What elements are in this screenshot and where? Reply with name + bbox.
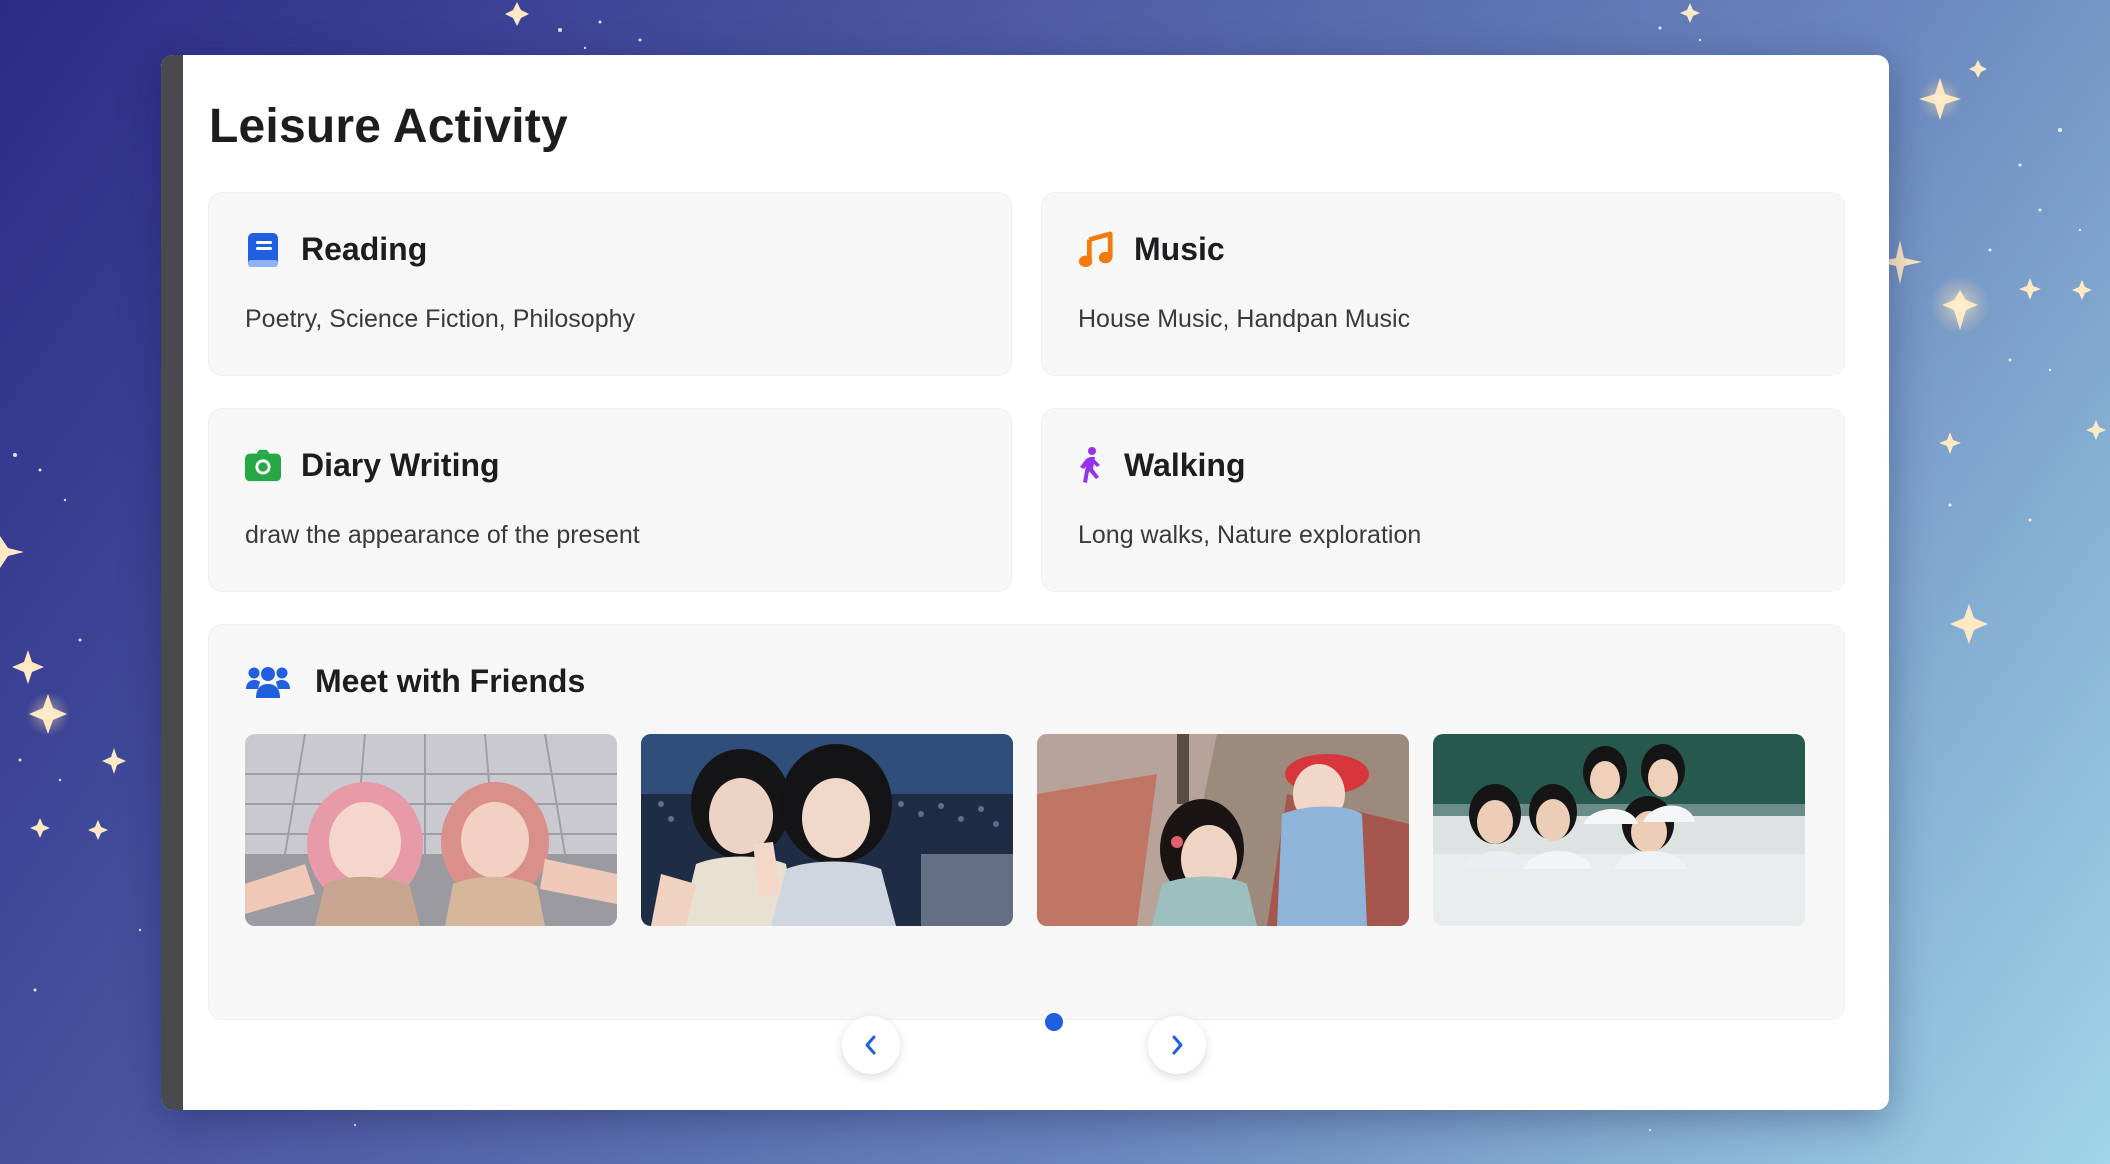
friends-photo-gallery [245, 734, 1805, 926]
activity-title: Walking [1124, 447, 1246, 483]
activity-description: House Music, Handpan Music [1078, 305, 1411, 333]
activity-card-diary-writing: Diary Writing draw the appearance of the… [208, 408, 1012, 592]
friends-photo-concert[interactable] [641, 734, 1013, 926]
camera-icon [245, 448, 281, 484]
activity-description: Poetry, Science Fiction, Philosophy [245, 305, 636, 333]
activity-card-walking: Walking Long walks, Nature exploration [1041, 408, 1845, 592]
sparkle-star [1939, 432, 1961, 454]
activity-description: draw the appearance of the present [245, 521, 640, 549]
leisure-activity-window: Leisure Activity Reading Poetry, Science… [161, 55, 1889, 1110]
next-page-button[interactable] [1148, 1016, 1206, 1074]
previous-page-button[interactable] [842, 1016, 900, 1074]
friends-photo-classroom[interactable] [1433, 734, 1805, 926]
friends-title: Meet with Friends [315, 663, 586, 699]
activity-card-meet-with-friends: Meet with Friends [208, 624, 1845, 1020]
page-indicator-dot-active[interactable] [1045, 1013, 1063, 1031]
sparkle-star [2019, 278, 2041, 300]
sparkle-star [12, 650, 44, 684]
friends-photo-street[interactable] [1037, 734, 1409, 926]
sparkle-star [0, 536, 24, 568]
friends-photo-cosplay[interactable] [245, 734, 617, 926]
sparkle-star [30, 818, 50, 838]
activity-card-reading: Reading Poetry, Science Fiction, Philoso… [208, 192, 1012, 376]
activity-title: Music [1134, 231, 1225, 267]
sparkle-star [505, 2, 529, 26]
sparkle-star [102, 748, 126, 774]
sparkle-star [1969, 60, 1987, 78]
activity-title: Reading [301, 231, 428, 267]
sparkle-star [1950, 604, 1988, 644]
sparkle-star [1680, 3, 1700, 23]
sparkle-star [29, 694, 67, 734]
book-icon [245, 232, 281, 268]
sparkle-star [2072, 280, 2092, 300]
activity-title: Diary Writing [301, 447, 500, 483]
sparkle-star [2086, 420, 2106, 440]
users-icon [245, 664, 291, 700]
window-left-edge [161, 55, 183, 1110]
sparkle-star [1919, 78, 1961, 120]
chevron-right-icon [1172, 1035, 1183, 1055]
activity-description: Long walks, Nature exploration [1078, 521, 1422, 549]
walking-person-icon [1078, 446, 1104, 484]
sparkle-star [88, 820, 108, 840]
sparkle-star [1942, 290, 1978, 330]
page-title: Leisure Activity [209, 100, 568, 153]
activity-card-music: Music House Music, Handpan Music [1041, 192, 1845, 376]
music-note-icon [1078, 231, 1114, 268]
chevron-left-icon [865, 1035, 876, 1055]
